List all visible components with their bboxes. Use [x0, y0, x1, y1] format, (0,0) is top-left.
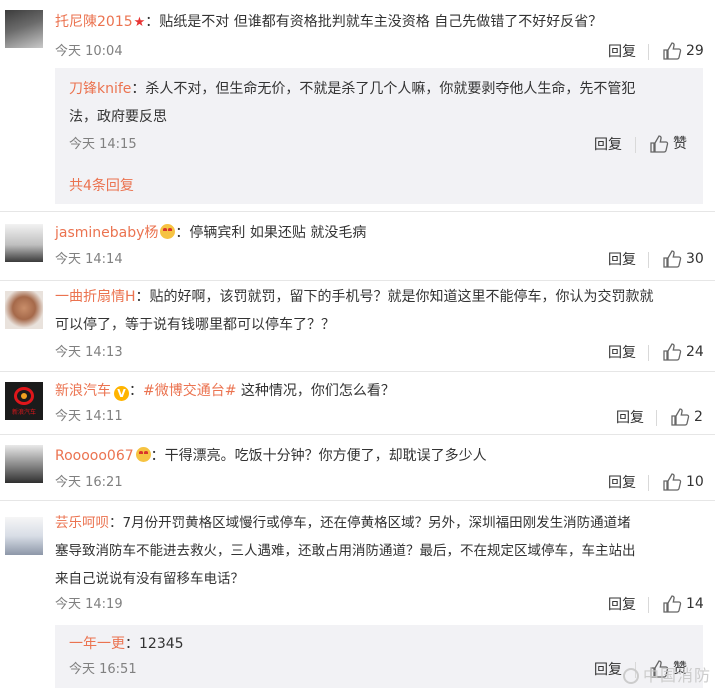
- comment-text-line: 芸乐呵呗：7月份开罚黄格区域慢行或停车，还在停黄格区域？另外，深圳福田刚发生消防…: [55, 509, 703, 537]
- subreply-text-line: 法，政府要反思: [69, 109, 167, 125]
- thumbs-up-icon: [663, 250, 682, 268]
- reply-button[interactable]: 回复: [608, 250, 636, 270]
- comment-text-line: jasminebaby杨 ：停辆宾利 如果还贴 就没毛病: [55, 219, 703, 247]
- comment-item: 新浪汽车 新浪汽车 V ：#微博交通台# 这种情况，你们怎么看？ 今天 14:11 …: [0, 372, 715, 434]
- divider: [648, 345, 649, 361]
- subreply-text: ：12345: [125, 636, 184, 652]
- avatar[interactable]: [5, 10, 43, 48]
- like-label: 赞: [673, 136, 687, 152]
- reply-button[interactable]: 回复: [608, 473, 636, 493]
- view-more-replies-link[interactable]: 共4条回复: [69, 176, 134, 196]
- comment-text-line: 来自己说说有没有留移车电话？: [55, 571, 244, 587]
- avatar-brand-text: 新浪汽车: [11, 409, 36, 416]
- comment-text: ：贴纸是不对 但谁都有资格批判就车主没资格 自己先做错了不好好反省？: [145, 14, 603, 30]
- comment-time: 今天 10:04: [55, 44, 123, 59]
- avatar[interactable]: [5, 445, 43, 483]
- comment-item: 芸乐呵呗：7月份开罚黄格区域慢行或停车，还在停黄格区域？另外，深圳福田刚发生消防…: [0, 501, 715, 688]
- like-button[interactable]: 2: [670, 407, 710, 427]
- subreply-text: ：杀人不对，但生命无价，不就是杀了几个人嘛，你就要剥夺他人生命，先不管犯: [131, 81, 636, 97]
- watermark-text: 中国消防: [642, 666, 711, 685]
- comment-text: ：贴的好啊，该罚就罚，留下的手机号？就是你知道这里不能停车，你认为交罚款就: [135, 289, 654, 305]
- comment-text-line: 一曲折扇情H：贴的好啊，该罚就罚，留下的手机号？就是你知道这里不能停车，你认为交…: [55, 283, 703, 311]
- subreply-time: 今天 14:15: [69, 137, 137, 152]
- comment-item: Rooooo067 ：干得漂亮。吃饭十分钟？你方便了，却耽误了多少人 今天 16:…: [0, 435, 715, 500]
- comment-username[interactable]: 一曲折扇情H: [55, 289, 136, 305]
- comment-item: jasminebaby杨 ：停辆宾利 如果还贴 就没毛病 今天 14:14 回复 …: [0, 212, 715, 280]
- like-button[interactable]: 30: [662, 249, 707, 269]
- like-count: 29: [686, 43, 704, 59]
- like-button[interactable]: 29: [662, 41, 707, 61]
- reply-button[interactable]: 回复: [616, 408, 644, 428]
- star-badge-icon: ★: [133, 15, 146, 30]
- reply-button[interactable]: 回复: [594, 135, 622, 155]
- like-count: 10: [686, 474, 704, 490]
- comment-text: ：7月份开罚黄格区域慢行或停车，还在停黄格区域？另外，深圳福田刚发生消防通道堵: [109, 515, 631, 531]
- thumbs-up-icon: [663, 343, 682, 361]
- verified-badge-icon: V: [114, 386, 129, 401]
- comment-username[interactable]: 新浪汽车: [55, 383, 111, 399]
- thumbs-up-icon: [671, 408, 690, 426]
- like-count: 30: [686, 251, 704, 267]
- comment-text: 这种情况，你们怎么看？: [236, 383, 395, 399]
- comment-text-line: 托尼陳2015★：贴纸是不对 但谁都有资格批判就车主没资格 自己先做错了不好好反…: [55, 8, 703, 37]
- comment-text: ：停辆宾利 如果还贴 就没毛病: [175, 225, 367, 241]
- comment-item: 托尼陳2015★：贴纸是不对 但谁都有资格批判就车主没资格 自己先做错了不好好反…: [0, 0, 715, 205]
- comment-item: 一曲折扇情H：贴的好啊，该罚就罚，留下的手机号？就是你知道这里不能停车，你认为交…: [0, 281, 715, 371]
- avatar[interactable]: [5, 291, 43, 329]
- reply-button[interactable]: 回复: [608, 343, 636, 363]
- emoji-icon: [135, 447, 151, 462]
- subreply-username[interactable]: 刀锋knife: [69, 81, 131, 97]
- divider: [648, 597, 649, 613]
- thumbs-up-icon: [663, 595, 682, 613]
- comment-text-line: 塞导致消防车不能进去救火，三人遇难，还敢占用消防通道？最后，不在规定区域停车，车…: [55, 543, 636, 559]
- comment-time: 今天 16:21: [55, 475, 123, 490]
- topic-hashtag-link[interactable]: #微博交通台#: [143, 383, 236, 399]
- comment-text: ：干得漂亮。吃饭十分钟？你方便了，却耽误了多少人: [150, 448, 487, 464]
- comment-username[interactable]: jasminebaby杨: [55, 225, 158, 241]
- like-count: 24: [686, 344, 704, 360]
- comment-username[interactable]: 芸乐呵呗: [55, 515, 109, 531]
- divider: [648, 252, 649, 268]
- divider: [635, 137, 636, 153]
- watermark: 中国消防: [622, 662, 711, 686]
- comment-username[interactable]: Rooooo067: [55, 448, 134, 464]
- comment-username[interactable]: 托尼陳2015: [55, 14, 133, 30]
- like-button[interactable]: 赞: [649, 134, 694, 154]
- divider: [648, 44, 649, 60]
- like-button[interactable]: 14: [662, 594, 707, 614]
- like-button[interactable]: 10: [662, 472, 707, 492]
- subreply-time: 今天 16:51: [69, 662, 137, 677]
- avatar[interactable]: [5, 224, 43, 262]
- comment-time: 今天 14:13: [55, 345, 123, 360]
- subreply-username[interactable]: 一年一更: [69, 636, 125, 652]
- divider: [648, 475, 649, 491]
- subreply-panel: 一年一更：12345 今天 16:51 回复 赞: [55, 625, 703, 688]
- reply-button[interactable]: 回复: [608, 595, 636, 615]
- like-count: 14: [686, 596, 704, 612]
- reply-button[interactable]: 回复: [594, 660, 622, 680]
- thumbs-up-icon: [663, 42, 682, 60]
- comment-time: 今天 14:14: [55, 252, 123, 267]
- avatar[interactable]: 新浪汽车: [5, 382, 43, 420]
- brand-logo-icon: [14, 387, 34, 405]
- thumbs-up-icon: [663, 473, 682, 491]
- subreply-text-line: 一年一更：12345: [69, 630, 689, 658]
- reply-button[interactable]: 回复: [608, 42, 636, 62]
- weibo-logo-icon: [622, 668, 639, 684]
- comment-text-line: 新浪汽车 V ：#微博交通台# 这种情况，你们怎么看？: [55, 383, 395, 401]
- comment-time: 今天 14:19: [55, 597, 123, 612]
- thumbs-up-icon: [650, 135, 669, 153]
- comment-time: 今天 14:11: [55, 409, 123, 424]
- like-button[interactable]: 24: [662, 342, 707, 362]
- comment-text-line: Rooooo067 ：干得漂亮。吃饭十分钟？你方便了，却耽误了多少人: [55, 442, 703, 470]
- emoji-icon: [160, 224, 176, 239]
- avatar[interactable]: [5, 517, 43, 555]
- subreply-text-line: 刀锋knife：杀人不对，但生命无价，不就是杀了几个人嘛，你就要剥夺他人生命，先…: [69, 75, 689, 103]
- comment-text-line: 可以停了，等于说有钱哪里都可以停车了？？: [55, 317, 335, 333]
- subreply-panel: 刀锋knife：杀人不对，但生命无价，不就是杀了几个人嘛，你就要剥夺他人生命，先…: [55, 68, 703, 204]
- divider: [656, 410, 657, 426]
- like-count: 2: [694, 409, 703, 425]
